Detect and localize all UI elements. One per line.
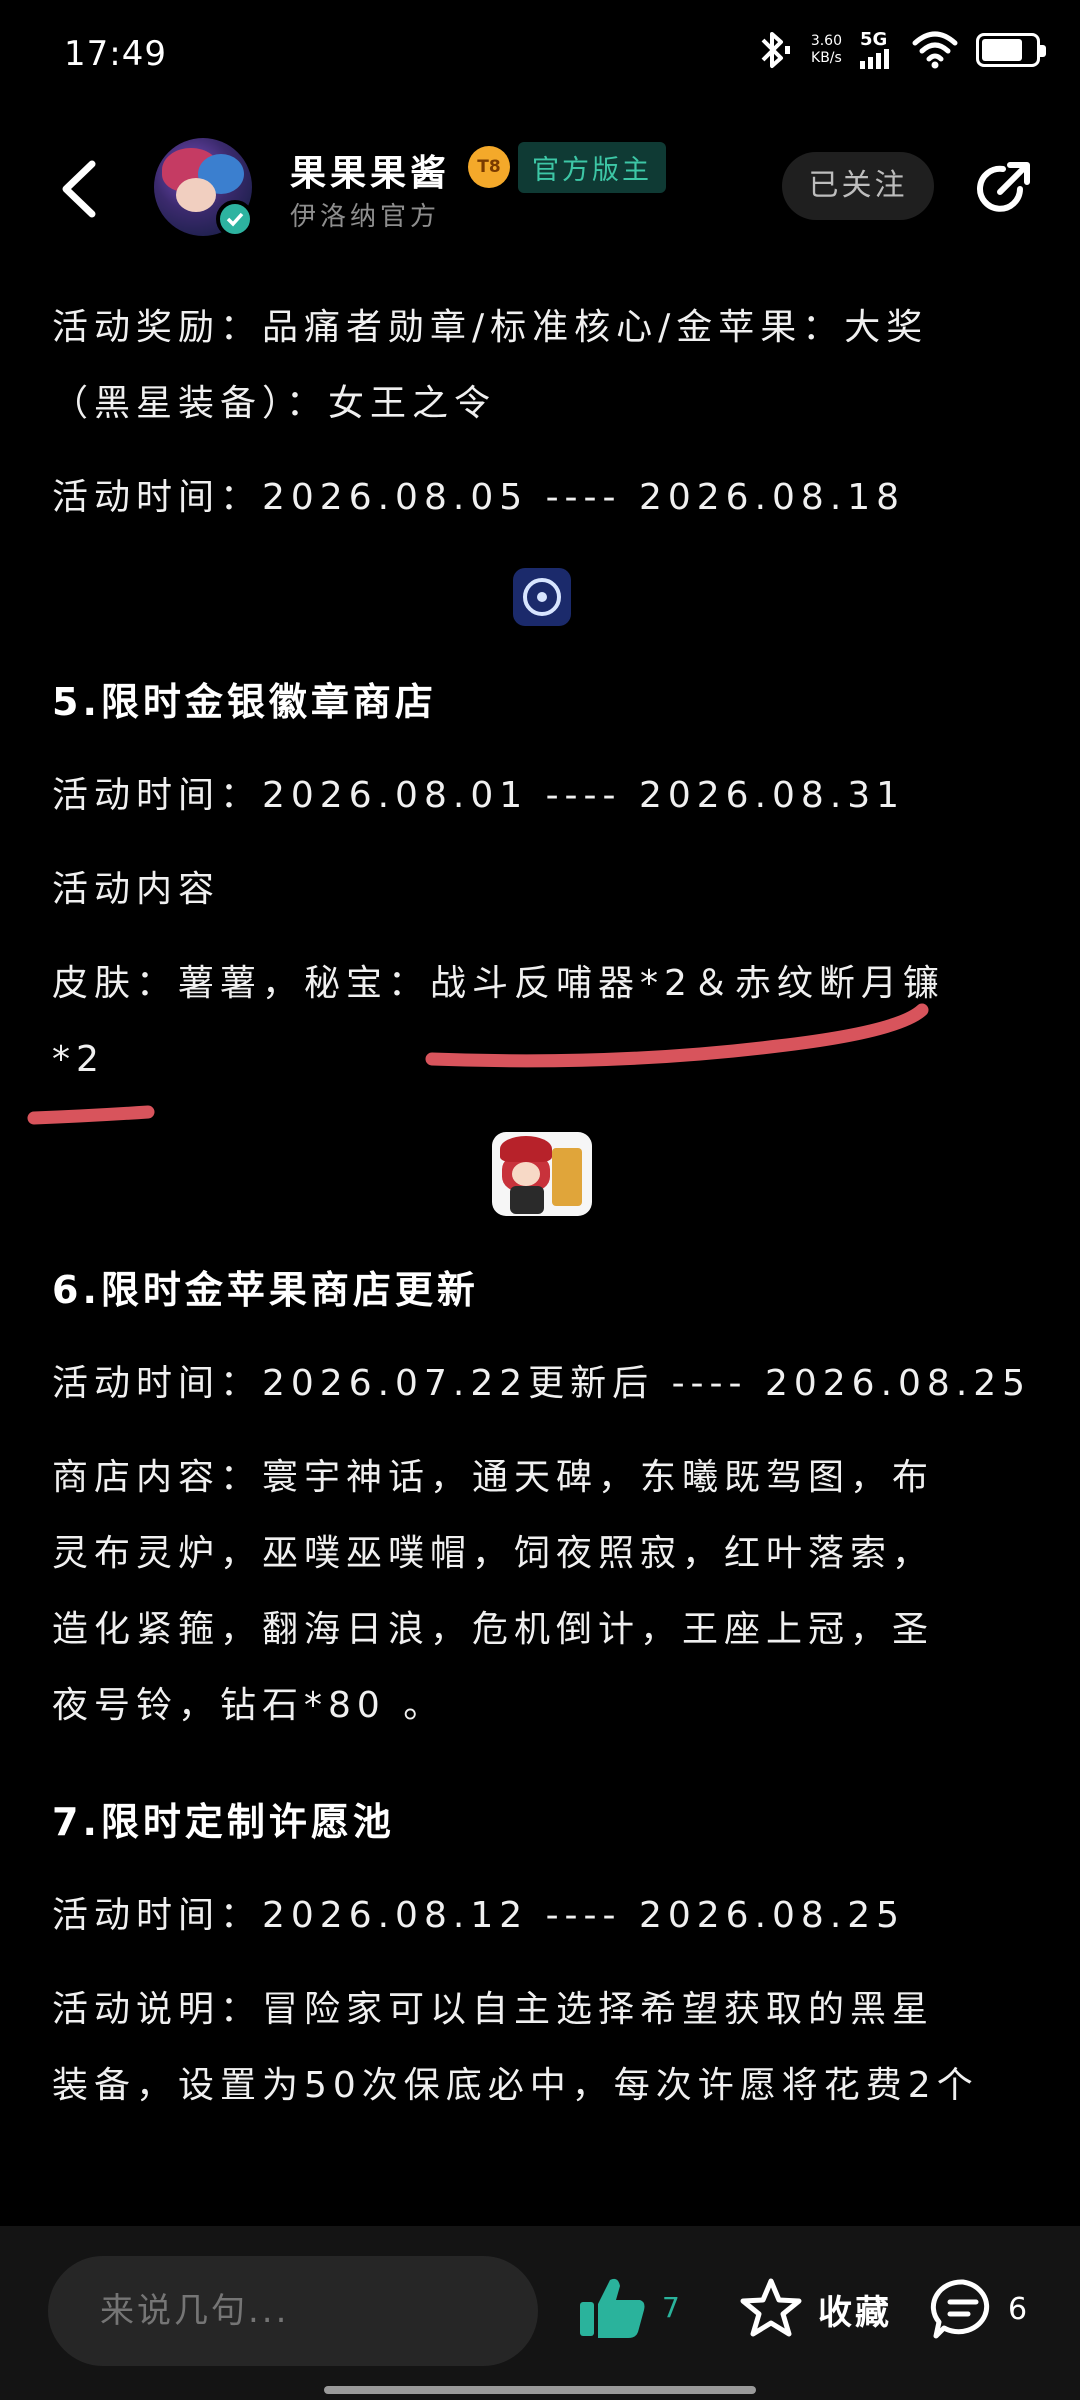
battery-icon [976, 33, 1046, 67]
post-header: 果果果酱 T8 官方版主 伊洛纳官方 已关注 [0, 120, 1080, 260]
bluetooth-icon [761, 32, 790, 68]
status-time: 17:49 [64, 34, 167, 74]
level-badge: T8 [468, 146, 510, 188]
wifi-icon [912, 31, 958, 69]
comment-button[interactable]: 6 [930, 2278, 1027, 2340]
author-name[interactable]: 果果果酱 [290, 144, 450, 196]
favorite-button[interactable]: 收藏 [738, 2276, 892, 2342]
network-type: 5G [860, 29, 888, 50]
section-6-time: 活动时间：2026.07.22更新后 ---- 2026.08.25 [52, 1363, 1032, 1404]
section-5-time: 活动时间：2026.08.01 ---- 2026.08.31 [52, 775, 906, 816]
status-bar: 17:49 3.60 KB/s 5G [0, 0, 1080, 110]
signal: 5G [860, 31, 894, 69]
character-sticker-icon [492, 1132, 592, 1216]
section-6-line-2: 灵布灵炉，巫噗巫噗帽，饲夜照寂，红叶落索， [52, 1533, 935, 1574]
signal-bars-icon [860, 49, 889, 69]
section-5-content-line-1: 皮肤：薯薯，秘宝：战斗反哺器*2＆赤纹断月镰 [52, 963, 945, 1004]
share-icon[interactable] [970, 156, 1036, 222]
speed-unit: KB/s [811, 50, 842, 66]
section-7-desc-1: 活动说明：冒险家可以自主选择希望获取的黑星 [52, 1989, 935, 2030]
author-subtitle: 伊洛纳官方 [290, 202, 441, 232]
speed-value: 3.60 [810, 33, 842, 49]
verified-icon [216, 200, 254, 238]
role-tag: 官方版主 [518, 142, 666, 193]
section-7-time: 活动时间：2026.08.12 ---- 2026.08.25 [52, 1895, 906, 1936]
section-6-title: 6.限时金苹果商店更新 [52, 1268, 479, 1312]
follow-button[interactable]: 已关注 [782, 152, 934, 220]
highlighted-text: 皮肤：薯薯，秘宝：战斗反哺器*2＆赤纹断月镰 *2 [27, 946, 1032, 1125]
section-5-title: 5.限时金银徽章商店 [52, 680, 437, 724]
section-7-desc-2: 装备，设置为50次保底必中，每次许愿将花费2个 [52, 2065, 979, 2106]
network-speed: 3.60 KB/s [811, 33, 842, 67]
reward-line-1: 活动奖励：品痛者勋章/标准核心/金苹果：大奖 [52, 307, 929, 348]
emblem-icon [513, 568, 571, 626]
section-6-line-4: 夜号铃，钻石*80 。 [52, 1685, 446, 1726]
status-icons: 3.60 KB/s 5G [753, 28, 1046, 72]
home-indicator[interactable] [324, 2386, 756, 2394]
section-7-title: 7.限时定制许愿池 [52, 1800, 395, 1844]
comment-icon [930, 2279, 990, 2339]
section-6-line-3: 造化紧箍，翻海日浪，危机倒计，王座上冠，圣 [52, 1609, 935, 1650]
favorite-label: 收藏 [818, 2292, 892, 2333]
reward-line-2: （黑星装备）：女王之令 [52, 383, 497, 424]
thumbs-up-icon [580, 2278, 645, 2338]
section-6-line-1: 商店内容：寰宇神话，通天碑，东曦既驾图，布 [52, 1457, 935, 1498]
section-5-content-label: 活动内容 [52, 869, 221, 910]
comment-input[interactable] [48, 2256, 538, 2366]
like-count: 7 [662, 2290, 680, 2324]
post-content: 活动奖励：品痛者勋章/标准核心/金苹果：大奖 （黑星装备）：女王之令 活动时间：… [27, 290, 1032, 2124]
section-5-content-line-2: *2 [52, 1039, 105, 1080]
like-button[interactable]: 7 [578, 2274, 680, 2340]
star-icon [740, 2278, 802, 2337]
activity-time: 活动时间：2026.08.05 ---- 2026.08.18 [52, 477, 906, 518]
comment-count: 6 [1008, 2291, 1028, 2327]
back-arrow-icon[interactable] [52, 154, 112, 224]
bottom-action-bar: 7 收藏 6 [0, 2226, 1080, 2400]
